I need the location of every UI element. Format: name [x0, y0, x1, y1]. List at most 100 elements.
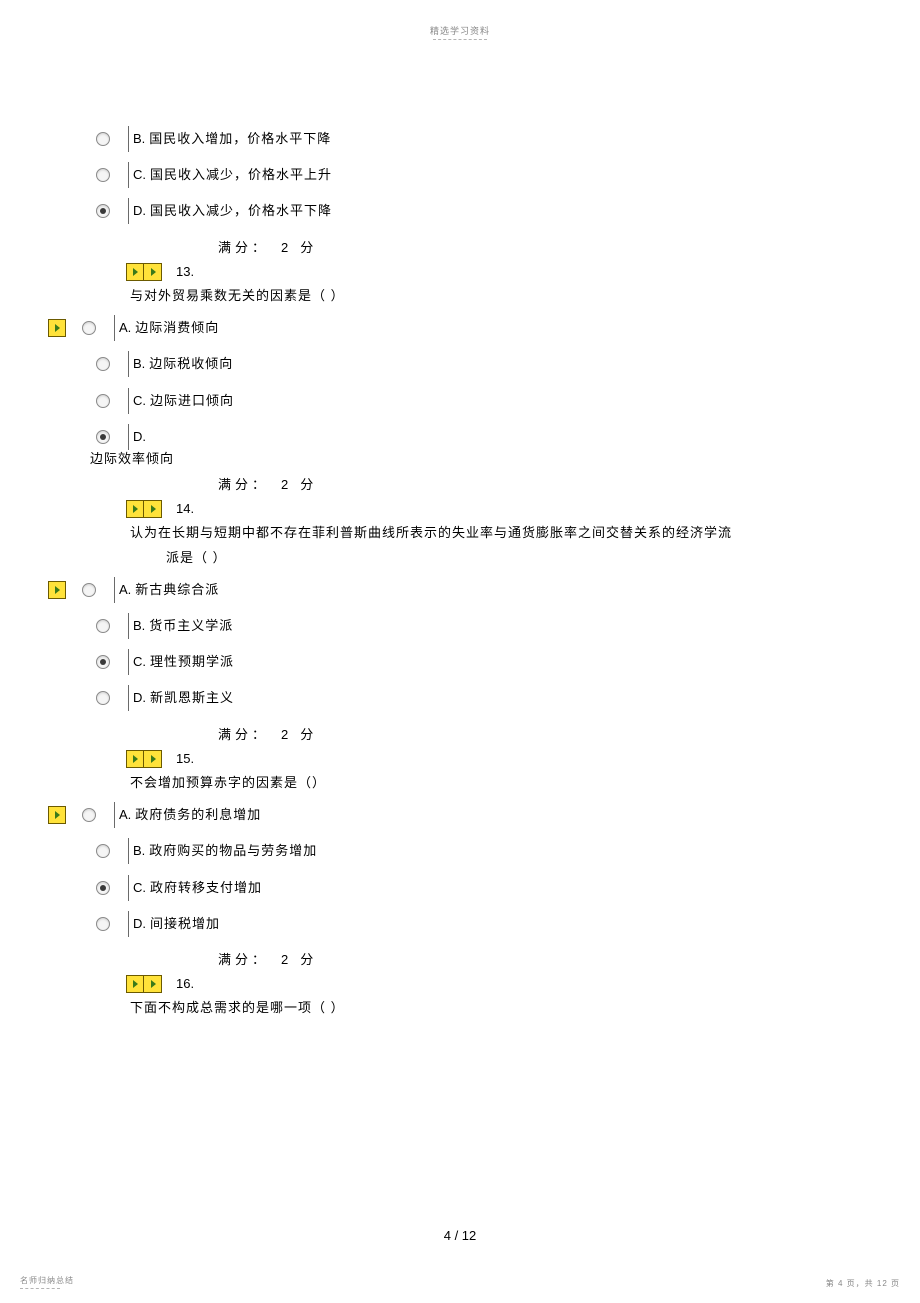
radio-icon[interactable] — [96, 132, 110, 146]
nav-arrows[interactable] — [126, 750, 162, 768]
option-letter: D. — [133, 915, 146, 933]
arrow-next-icon[interactable] — [144, 975, 162, 993]
q13-option-b[interactable]: B. 边际税收倾向 — [90, 355, 920, 373]
arrow-next-icon[interactable] — [48, 581, 66, 599]
arrow-next-icon[interactable] — [144, 750, 162, 768]
option-letter: C. — [133, 392, 146, 410]
radio-icon[interactable] — [96, 357, 110, 371]
divider-bar — [114, 315, 115, 341]
q13-number: 13. — [176, 263, 194, 281]
q16-header: 16. — [126, 975, 920, 993]
option-text: 边际税收倾向 — [149, 355, 233, 373]
q14-score: 满分：2分 — [218, 726, 920, 744]
q14-option-b[interactable]: B. 货币主义学派 — [90, 617, 920, 635]
option-text: 边际消费倾向 — [135, 319, 219, 337]
divider-bar — [128, 875, 129, 901]
arrow-prev-icon[interactable] — [126, 263, 144, 281]
option-letter: D. — [133, 428, 146, 446]
option-letter: C. — [133, 879, 146, 897]
option-letter: B. — [133, 842, 145, 860]
divider-bar — [128, 911, 129, 937]
radio-icon[interactable] — [96, 655, 110, 669]
radio-icon[interactable] — [96, 691, 110, 705]
option-letter: B. — [133, 130, 145, 148]
main-content: B. 国民收入增加，价格水平下降 C. 国民收入减少，价格水平上升 D. 国民收… — [0, 40, 920, 1017]
q14-text-line2: 派是（ ） — [166, 549, 920, 567]
option-text: 新凯恩斯主义 — [150, 689, 234, 707]
arrow-prev-icon[interactable] — [126, 750, 144, 768]
divider-bar — [128, 685, 129, 711]
divider-bar — [128, 388, 129, 414]
q13-score: 满分：2分 — [218, 476, 920, 494]
arrow-next-icon[interactable] — [48, 319, 66, 337]
radio-icon[interactable] — [96, 844, 110, 858]
divider-bar — [128, 424, 129, 450]
radio-icon[interactable] — [96, 168, 110, 182]
option-text: 政府购买的物品与劳务增加 — [149, 842, 317, 860]
radio-icon[interactable] — [96, 881, 110, 895]
q13-text: 与对外贸易乘数无关的因素是（ ） — [130, 287, 920, 305]
q15-option-c[interactable]: C. 政府转移支付增加 — [90, 879, 920, 897]
divider-bar — [128, 838, 129, 864]
radio-icon[interactable] — [96, 619, 110, 633]
radio-icon[interactable] — [96, 430, 110, 444]
option-text: 国民收入减少，价格水平下降 — [150, 202, 332, 220]
q14-text-line1: 认为在长期与短期中都不存在菲利普斯曲线所表示的失业率与通货膨胀率之间交替关系的经… — [130, 524, 920, 542]
q14-header: 14. — [126, 500, 920, 518]
option-text: 货币主义学派 — [149, 617, 233, 635]
nav-arrow-single[interactable] — [48, 806, 66, 824]
q13-option-a[interactable]: A. 边际消费倾向 — [48, 319, 920, 337]
nav-arrows[interactable] — [126, 500, 162, 518]
divider-bar — [128, 126, 129, 152]
footer-right: 第 4 页，共 12 页 — [826, 1278, 900, 1289]
arrow-next-icon[interactable] — [144, 500, 162, 518]
option-letter: A. — [119, 806, 131, 824]
arrow-next-icon[interactable] — [48, 806, 66, 824]
option-letter: C. — [133, 166, 146, 184]
q15-option-b[interactable]: B. 政府购买的物品与劳务增加 — [90, 842, 920, 860]
divider-bar — [128, 649, 129, 675]
radio-icon[interactable] — [96, 917, 110, 931]
nav-arrows[interactable] — [126, 263, 162, 281]
radio-icon[interactable] — [96, 204, 110, 218]
radio-icon[interactable] — [82, 321, 96, 335]
radio-icon[interactable] — [82, 583, 96, 597]
footer-left: 名师归纳总结 — [20, 1275, 74, 1289]
option-letter: A. — [119, 581, 131, 599]
nav-arrows[interactable] — [126, 975, 162, 993]
nav-arrow-single[interactable] — [48, 581, 66, 599]
q13-option-c[interactable]: C. 边际进口倾向 — [90, 392, 920, 410]
radio-icon[interactable] — [82, 808, 96, 822]
arrow-next-icon[interactable] — [144, 263, 162, 281]
q15-option-a[interactable]: A. 政府债务的利息增加 — [48, 806, 920, 824]
divider-bar — [128, 613, 129, 639]
q14-option-d[interactable]: D. 新凯恩斯主义 — [90, 689, 920, 707]
q16-text: 下面不构成总需求的是哪一项（ ） — [130, 999, 920, 1017]
option-letter: B. — [133, 617, 145, 635]
q15-option-d[interactable]: D. 间接税增加 — [90, 915, 920, 933]
nav-arrow-single[interactable] — [48, 319, 66, 337]
option-text: 政府转移支付增加 — [150, 879, 262, 897]
q14-option-c[interactable]: C. 理性预期学派 — [90, 653, 920, 671]
radio-icon[interactable] — [96, 394, 110, 408]
q12-option-b[interactable]: B. 国民收入增加，价格水平下降 — [90, 130, 920, 148]
divider-bar — [114, 802, 115, 828]
divider-bar — [128, 162, 129, 188]
arrow-prev-icon[interactable] — [126, 975, 144, 993]
option-text: 间接税增加 — [150, 915, 220, 933]
q12-option-c[interactable]: C. 国民收入减少，价格水平上升 — [90, 166, 920, 184]
arrow-prev-icon[interactable] — [126, 500, 144, 518]
option-letter: B. — [133, 355, 145, 373]
q16-number: 16. — [176, 975, 194, 993]
q14-option-a[interactable]: A. 新古典综合派 — [48, 581, 920, 599]
divider-bar — [128, 198, 129, 224]
page-header-label: 精选学习资料 — [0, 24, 920, 37]
q13-option-d[interactable]: D. — [90, 428, 920, 446]
page-number: 4 / 12 — [0, 1228, 920, 1243]
q12-option-d[interactable]: D. 国民收入减少，价格水平下降 — [90, 202, 920, 220]
q13-header: 13. — [126, 263, 920, 281]
option-letter: A. — [119, 319, 131, 337]
option-letter: D. — [133, 689, 146, 707]
divider-bar — [114, 577, 115, 603]
q15-text: 不会增加预算赤字的因素是（） — [130, 774, 920, 792]
